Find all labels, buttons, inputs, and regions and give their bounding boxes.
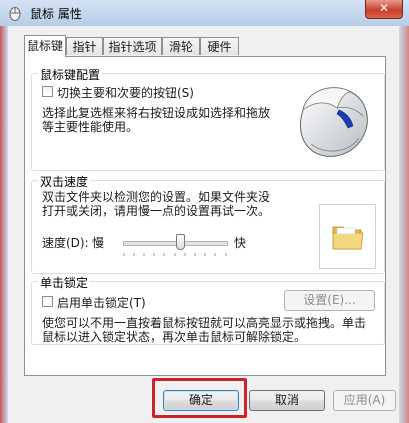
close-icon: ✕ (378, 1, 390, 15)
close-button[interactable]: ✕ (365, 0, 403, 19)
fast-label: 快 (234, 236, 247, 250)
speed-label: 速度(D): (42, 236, 89, 250)
group-title: 鼠标键配置 (38, 66, 103, 83)
swap-buttons-checkbox[interactable] (42, 86, 53, 97)
swap-buttons-label[interactable]: 切换主要和次要的按钮(S) (57, 84, 194, 101)
group-title: 单击锁定 (38, 274, 91, 291)
tab-pointer-options[interactable]: 指针选项 (103, 37, 162, 55)
mouse-illustration-icon (300, 87, 368, 157)
folder-icon[interactable] (330, 219, 366, 255)
click-lock-checkbox[interactable] (42, 296, 53, 307)
tab-mouse-buttons[interactable]: 鼠标键 (24, 35, 66, 57)
click-lock-description-line2: 鼠标以进入锁定状态，再次单击鼠标可解除锁定。 (42, 330, 307, 344)
speed-slider-thumb[interactable] (176, 234, 185, 250)
test-folder-area[interactable] (319, 204, 376, 269)
tab-hardware[interactable]: 硬件 (200, 37, 239, 55)
cancel-button[interactable]: 取消 (249, 390, 325, 411)
tab-pointers[interactable]: 指针 (66, 37, 103, 55)
window-frame-right (399, 0, 409, 423)
swap-description-line2: 等主要性能使用。 (42, 120, 139, 134)
click-lock-settings-button[interactable]: 设置(E)... (284, 290, 375, 311)
apply-button[interactable]: 应用(A) (333, 390, 396, 411)
ok-button-highlight-box (152, 378, 247, 418)
double-click-description-line2: 打开或关闭，请用慢一点的设置再试一次。 (42, 204, 271, 218)
slow-label: 慢 (92, 236, 105, 250)
click-lock-label[interactable]: 启用单击锁定(T) (57, 294, 146, 311)
title-bar[interactable]: 鼠标 属性 ✕ (0, 0, 409, 26)
mouse-icon (9, 7, 21, 21)
window-frame-left (0, 0, 8, 423)
window-title: 鼠标 属性 (30, 7, 82, 21)
slider-ticks (123, 253, 227, 256)
tab-wheel[interactable]: 滑轮 (162, 37, 200, 55)
